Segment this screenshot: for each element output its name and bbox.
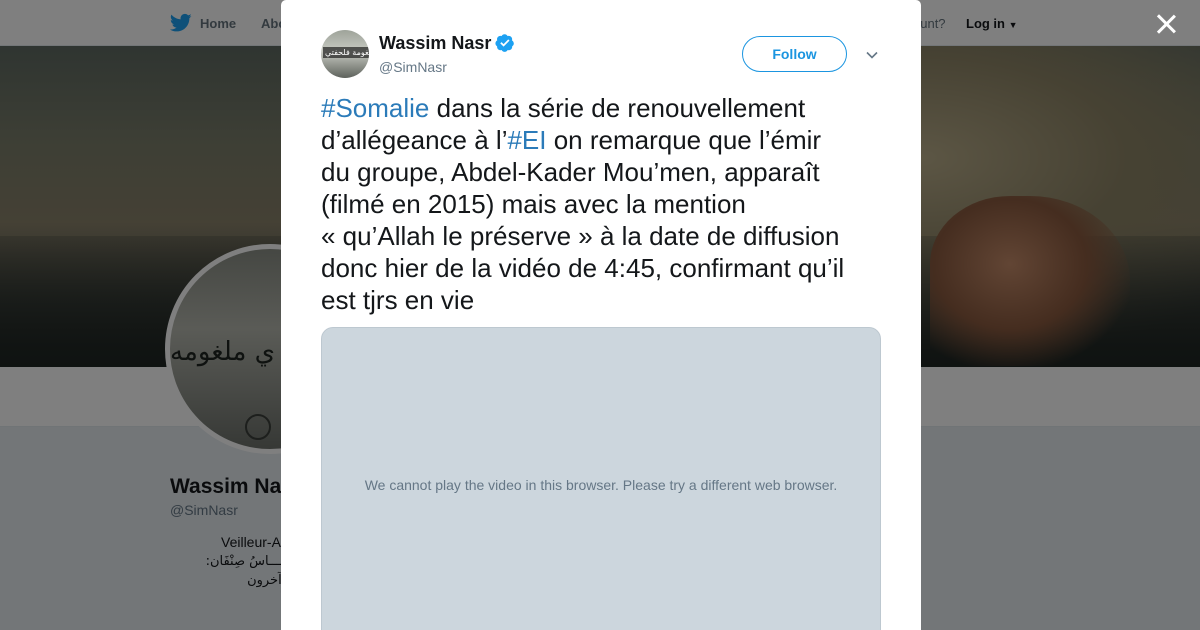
author-avatar-caption: ملغومة فلحفتي (323, 47, 369, 58)
tweet-line: (filmé en 2015) mais avec la mention (321, 189, 746, 219)
author-name[interactable]: Wassim Nasr (379, 33, 491, 54)
tweet-text-segment: d’allégeance à l’ (321, 125, 508, 155)
chevron-down-icon[interactable] (864, 47, 880, 63)
tweet-text-segment: on remarque que l’émir (546, 125, 822, 155)
follow-button[interactable]: Follow (742, 36, 847, 72)
author-handle[interactable]: @SimNasr (379, 59, 447, 75)
tweet-line: est tjrs en vie (321, 285, 475, 315)
tweet-line: #Somalie dans la série de renouvellement (321, 92, 891, 124)
video-error-message: We cannot play the video in this browser… (364, 477, 838, 493)
hashtag-link[interactable]: #EI (507, 125, 546, 155)
verified-badge-icon (495, 34, 514, 52)
hashtag-link[interactable]: #Somalie (321, 93, 429, 123)
tweet-line: donc hier de la vidéo de 4:45, confirman… (321, 253, 845, 283)
tweet-text-segment: dans la série de renouvellement (429, 93, 806, 123)
tweet-modal: ملغومة فلحفتي Wassim Nasr @SimNasr Follo… (281, 0, 921, 630)
tweet-line: d’allégeance à l’#EI on remarque que l’é… (321, 124, 891, 156)
tweet-line: « qu’Allah le préserve » à la date de di… (321, 221, 840, 251)
author-avatar[interactable]: ملغومة فلحفتي (321, 30, 369, 78)
close-icon[interactable] (1154, 12, 1178, 36)
tweet-text: #Somalie dans la série de renouvellement… (321, 92, 891, 316)
video-player[interactable]: We cannot play the video in this browser… (321, 327, 881, 630)
tweet-line: du groupe, Abdel-Kader Mou’men, apparaît (321, 157, 820, 187)
